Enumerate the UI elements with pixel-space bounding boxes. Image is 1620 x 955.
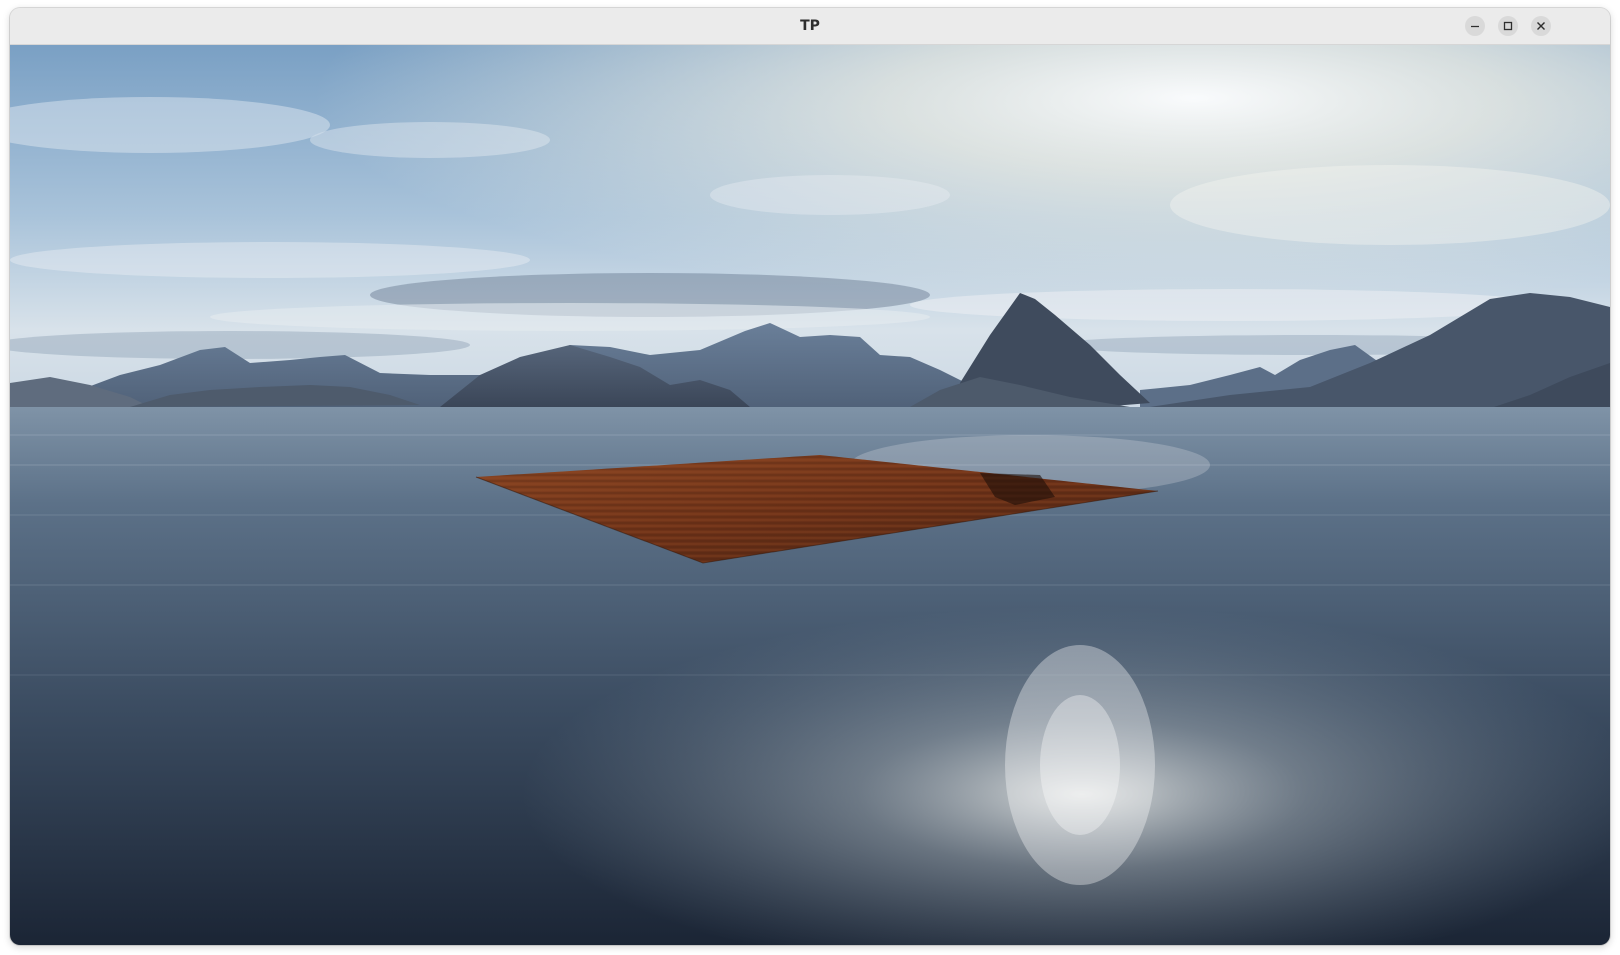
app-window: TP (10, 8, 1610, 945)
window-title: TP (800, 18, 820, 34)
maximize-button[interactable] (1498, 16, 1518, 36)
scene-canvas[interactable] (10, 45, 1610, 945)
close-icon (1537, 22, 1545, 30)
maximize-icon (1503, 21, 1513, 31)
minimize-icon (1471, 25, 1479, 28)
titlebar[interactable]: TP (10, 8, 1610, 45)
minimize-button[interactable] (1465, 16, 1485, 36)
render-viewport[interactable] (10, 45, 1610, 945)
close-button[interactable] (1531, 16, 1551, 36)
sun-glint-core (1040, 695, 1120, 835)
